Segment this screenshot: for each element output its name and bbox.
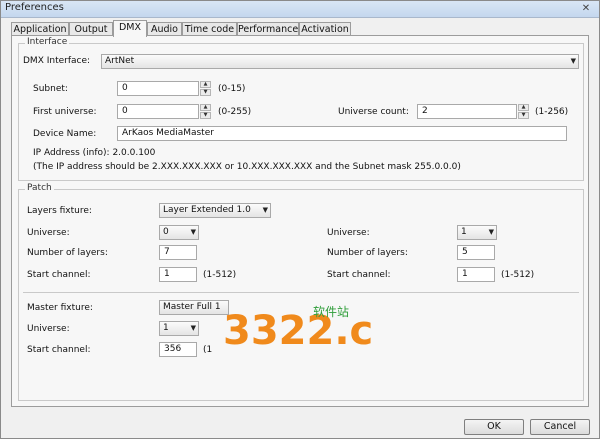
master-fixture-select[interactable]: Master Full 1 xyxy=(159,300,229,315)
interface-group: Interface DMX Interface: ArtNet ▼ Subnet… xyxy=(18,37,584,181)
tab-activation[interactable]: Activation xyxy=(299,22,351,35)
spin-down-icon[interactable]: ▼ xyxy=(518,112,529,119)
master-universe-select[interactable]: 1 ▼ xyxy=(159,321,199,336)
chevron-down-icon: ▼ xyxy=(488,228,494,236)
tab-application[interactable]: Application xyxy=(11,22,69,35)
cancel-button[interactable]: Cancel xyxy=(530,419,590,435)
patch-group-title: Patch xyxy=(25,183,54,193)
chevron-down-icon: ▼ xyxy=(190,324,196,332)
tab-output[interactable]: Output xyxy=(69,22,113,35)
subnet-range: (0-15) xyxy=(218,84,246,94)
right-start-channel-input[interactable]: 1 xyxy=(457,267,495,282)
spin-down-icon[interactable]: ▼ xyxy=(200,112,211,119)
master-start-channel-input[interactable]: 356 xyxy=(159,342,197,357)
layers-fixture-value: Layer Extended 1.0 xyxy=(163,205,251,215)
right-start-channel-label: Start channel: xyxy=(327,270,391,280)
universe-count-range: (1-256) xyxy=(535,107,569,117)
universe-count-label: Universe count: xyxy=(338,107,409,117)
dmx-interface-label: DMX Interface: xyxy=(23,56,91,66)
right-universe-value: 1 xyxy=(461,227,467,237)
left-start-channel-input[interactable]: 1 xyxy=(159,267,197,282)
patch-group: Patch Layers fixture: Layer Extended 1.0… xyxy=(18,183,584,401)
chevron-down-icon: ▼ xyxy=(570,57,576,65)
device-name-label: Device Name: xyxy=(33,129,97,139)
subnet-label: Subnet: xyxy=(33,84,68,94)
ok-button[interactable]: OK xyxy=(464,419,524,435)
ip-address-info: IP Address (info): 2.0.0.100 xyxy=(33,148,156,158)
preferences-window: Preferences ✕ Application Output DMX Aud… xyxy=(0,0,600,439)
first-universe-label: First universe: xyxy=(33,107,97,117)
master-universe-label: Universe: xyxy=(27,324,70,334)
chevron-down-icon: ▼ xyxy=(262,206,268,214)
right-universe-select[interactable]: 1 ▼ xyxy=(457,225,497,240)
watermark-logo: 3322.cc 软件站 xyxy=(223,305,371,354)
right-universe-label: Universe: xyxy=(327,228,370,238)
spin-up-icon[interactable]: ▲ xyxy=(200,81,211,88)
divider xyxy=(23,292,579,293)
ip-address-note: (The IP address should be 2.XXX.XXX.XXX … xyxy=(33,162,461,172)
master-start-channel-label: Start channel: xyxy=(27,345,91,355)
left-universe-label: Universe: xyxy=(27,228,70,238)
title-bar: Preferences ✕ xyxy=(1,1,599,18)
subnet-stepper[interactable]: ▲ ▼ xyxy=(200,81,211,96)
interface-group-title: Interface xyxy=(25,37,70,47)
chevron-down-icon: ▼ xyxy=(190,228,196,236)
right-layers-label: Number of layers: xyxy=(327,248,408,258)
right-start-channel-range: (1-512) xyxy=(501,270,535,280)
left-start-channel-label: Start channel: xyxy=(27,270,91,280)
tab-time-code[interactable]: Time code xyxy=(182,22,237,35)
layers-fixture-select[interactable]: Layer Extended 1.0 ▼ xyxy=(159,203,271,218)
first-universe-range: (0-255) xyxy=(218,107,252,117)
dmx-interface-select[interactable]: ArtNet ▼ xyxy=(101,54,579,69)
dmx-interface-value: ArtNet xyxy=(105,56,135,66)
spin-up-icon[interactable]: ▲ xyxy=(518,104,529,111)
first-universe-stepper[interactable]: ▲ ▼ xyxy=(200,104,211,119)
close-icon[interactable]: ✕ xyxy=(577,2,595,15)
master-universe-value: 1 xyxy=(163,323,169,333)
master-start-channel-range: (1 xyxy=(203,345,213,355)
first-universe-input[interactable]: 0 xyxy=(117,104,199,119)
master-fixture-label: Master fixture: xyxy=(27,303,93,313)
left-start-channel-range: (1-512) xyxy=(203,270,237,280)
tab-performance[interactable]: Performance xyxy=(237,22,299,35)
universe-count-stepper[interactable]: ▲ ▼ xyxy=(518,104,529,119)
device-name-input[interactable]: ArKaos MediaMaster xyxy=(117,126,567,141)
left-universe-select[interactable]: 0 ▼ xyxy=(159,225,199,240)
window-title: Preferences xyxy=(5,2,64,13)
master-fixture-value: Master Full 1 xyxy=(163,302,221,312)
tab-audio[interactable]: Audio xyxy=(147,22,182,35)
spin-down-icon[interactable]: ▼ xyxy=(200,89,211,96)
spin-up-icon[interactable]: ▲ xyxy=(200,104,211,111)
universe-count-input[interactable]: 2 xyxy=(417,104,517,119)
right-layers-input[interactable]: 5 xyxy=(457,245,495,260)
subnet-input[interactable]: 0 xyxy=(117,81,199,96)
tab-dmx[interactable]: DMX xyxy=(113,20,147,37)
watermark-cn: 软件站 xyxy=(313,305,349,319)
left-layers-label: Number of layers: xyxy=(27,248,108,258)
left-universe-value: 0 xyxy=(163,227,169,237)
layers-fixture-label: Layers fixture: xyxy=(27,206,92,216)
left-layers-input[interactable]: 7 xyxy=(159,245,197,260)
